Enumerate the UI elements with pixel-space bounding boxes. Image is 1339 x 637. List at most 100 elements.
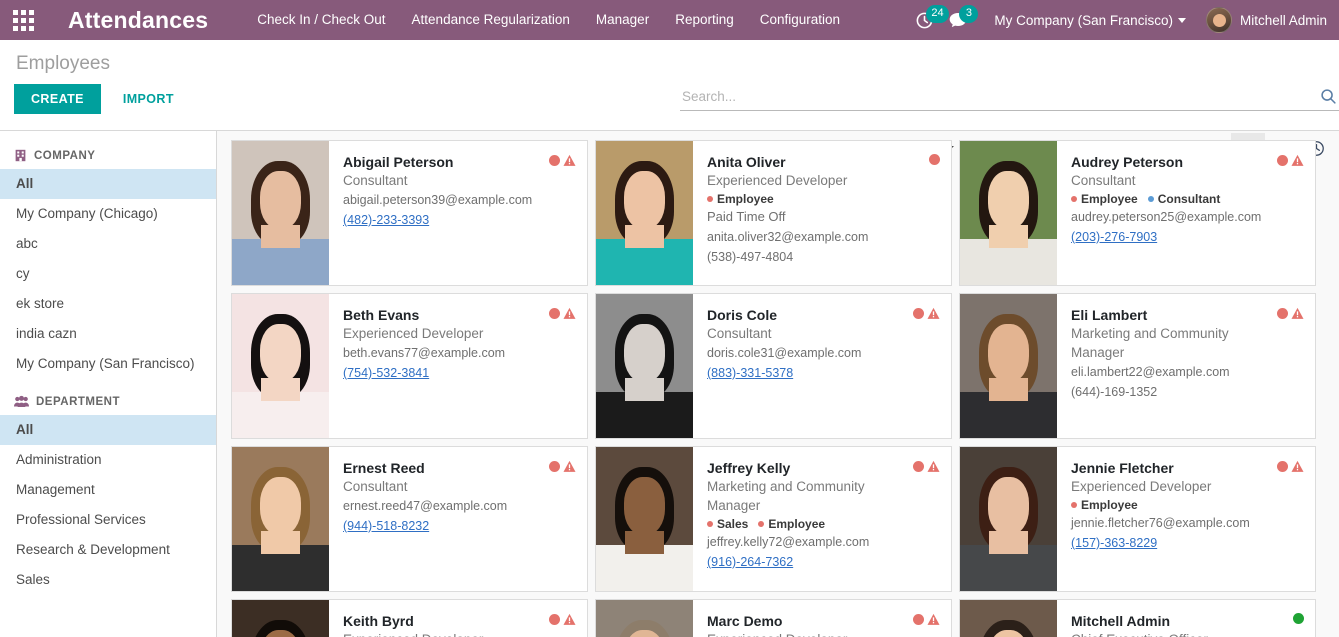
- employee-phone[interactable]: (944)-518-8232: [343, 516, 575, 536]
- warning-triangle-icon[interactable]: [563, 154, 576, 167]
- employee-email[interactable]: doris.cole31@example.com: [707, 343, 939, 363]
- attendance-status-dot-icon[interactable]: [1277, 461, 1288, 472]
- warning-triangle-icon[interactable]: [927, 613, 940, 626]
- create-button[interactable]: CREATE: [14, 84, 101, 114]
- sidebar-company-all[interactable]: All: [0, 169, 216, 199]
- employee-phone[interactable]: (203)-276-7903: [1071, 227, 1303, 247]
- menu-item-attendance-regularization[interactable]: Attendance Regularization: [399, 0, 583, 40]
- menu-item-check-in-out[interactable]: Check In / Check Out: [244, 0, 398, 40]
- employee-card[interactable]: Eli Lambert Marketing and Community Manag…: [959, 293, 1316, 439]
- attendance-status-dot-icon[interactable]: [549, 155, 560, 166]
- user-menu-button[interactable]: Mitchell Admin: [1205, 7, 1327, 33]
- sidebar-department-all[interactable]: All: [0, 415, 216, 445]
- sidebar-department-professional-services[interactable]: Professional Services: [0, 505, 216, 535]
- company-switcher[interactable]: My Company (San Francisco): [994, 13, 1186, 28]
- attendance-status-dot-icon[interactable]: [913, 614, 924, 625]
- employee-phone[interactable]: (883)-331-5378: [707, 363, 939, 383]
- sidebar-department-administration[interactable]: Administration: [0, 445, 216, 475]
- employee-phone[interactable]: (157)-363-8229: [1071, 533, 1303, 553]
- employee-email[interactable]: ernest.reed47@example.com: [343, 496, 575, 516]
- search-icon[interactable]: [1320, 88, 1339, 105]
- employee-card[interactable]: Anita Oliver Experienced Developer Employe…: [595, 140, 952, 286]
- attendance-status-dot-icon[interactable]: [549, 308, 560, 319]
- attendance-status-dot-icon[interactable]: [929, 154, 940, 165]
- employee-email[interactable]: jeffrey.kelly72@example.com: [707, 532, 939, 552]
- chevron-down-icon: [1177, 18, 1186, 24]
- employee-email[interactable]: beth.evans77@example.com: [343, 343, 575, 363]
- employee-phone[interactable]: (916)-264-7362: [707, 552, 939, 572]
- employee-tag[interactable]: Sales: [707, 517, 748, 531]
- employee-name: Marc Demo: [707, 613, 783, 629]
- employee-tag[interactable]: Employee: [707, 192, 774, 206]
- employee-photo: [596, 447, 693, 591]
- employee-phone: (644)-169-1352: [1071, 385, 1158, 399]
- warning-triangle-icon[interactable]: [1291, 460, 1304, 473]
- employee-tag[interactable]: Employee: [758, 517, 825, 531]
- messages-menu-button[interactable]: 3: [948, 0, 979, 40]
- employee-card[interactable]: Keith ByrdExperienced DeveloperEmployeek…: [231, 599, 588, 637]
- warning-triangle-icon[interactable]: [563, 613, 576, 626]
- attendance-status-dot-icon[interactable]: [549, 461, 560, 472]
- employee-card[interactable]: Mitchell AdminChief Executive OfficerTra…: [959, 599, 1316, 637]
- employee-card-body: Jennie Fletcher Experienced Developer Empl…: [1057, 447, 1315, 591]
- employee-status-indicators: [1277, 154, 1304, 167]
- sidebar-company-ek-store[interactable]: ek store: [0, 289, 216, 319]
- warning-triangle-icon[interactable]: [563, 307, 576, 320]
- sidebar-company-my-company-chicago[interactable]: My Company (Chicago): [0, 199, 216, 229]
- employee-tag[interactable]: Employee: [1071, 498, 1138, 512]
- attendance-status-dot-icon[interactable]: [1277, 308, 1288, 319]
- activity-menu-button[interactable]: 24: [915, 0, 949, 40]
- sidebar-department-management[interactable]: Management: [0, 475, 216, 505]
- attendance-status-dot-icon[interactable]: [1277, 155, 1288, 166]
- attendance-status-dot-icon[interactable]: [913, 461, 924, 472]
- employee-email[interactable]: audrey.peterson25@example.com: [1071, 207, 1303, 227]
- employee-card[interactable]: Jeffrey Kelly Marketing and Community Man…: [595, 446, 952, 592]
- sidebar-company-my-company-san-francisco[interactable]: My Company (San Francisco): [0, 349, 216, 379]
- employee-card[interactable]: Beth Evans Experienced Developer beth.evan…: [231, 293, 588, 439]
- employee-email[interactable]: anita.oliver32@example.com: [707, 227, 939, 247]
- employee-card[interactable]: Doris Cole Consultant doris.cole31@example…: [595, 293, 952, 439]
- warning-triangle-icon[interactable]: [927, 460, 940, 473]
- breadcrumb[interactable]: Employees: [0, 51, 110, 77]
- employee-phone[interactable]: (482)-233-3393: [343, 210, 575, 230]
- employee-email[interactable]: eli.lambert22@example.com: [1071, 362, 1303, 382]
- tag-dot-icon: [1071, 196, 1077, 202]
- sidebar-department-sales[interactable]: Sales: [0, 565, 216, 595]
- control-panel: Employees CREATE IMPORT Filters: [0, 40, 1339, 163]
- user-avatar: [1205, 7, 1232, 33]
- apps-menu-button[interactable]: [0, 0, 46, 40]
- employee-email[interactable]: jennie.fletcher76@example.com: [1071, 513, 1303, 533]
- attendance-status-dot-icon[interactable]: [549, 614, 560, 625]
- warning-triangle-icon[interactable]: [927, 307, 940, 320]
- warning-triangle-icon[interactable]: [1291, 307, 1304, 320]
- employee-card[interactable]: Marc DemoExperienced DeveloperEmployeema…: [595, 599, 952, 637]
- sidebar-department-research-development[interactable]: Research & Development: [0, 535, 216, 565]
- import-button[interactable]: IMPORT: [109, 84, 188, 114]
- employee-phone[interactable]: (754)-532-3841: [343, 363, 575, 383]
- employee-status-indicators: [929, 154, 940, 165]
- warning-triangle-icon[interactable]: [1291, 154, 1304, 167]
- employee-photo: [232, 141, 329, 285]
- employee-card[interactable]: Ernest Reed Consultant ernest.reed47@examp…: [231, 446, 588, 592]
- employee-card-body: Anita Oliver Experienced Developer Employe…: [693, 141, 951, 285]
- employee-job-title: Marketing and Community Manager: [707, 479, 865, 513]
- attendance-status-dot-icon[interactable]: [1293, 613, 1304, 624]
- menu-item-reporting[interactable]: Reporting: [662, 0, 747, 40]
- employee-card[interactable]: Audrey Peterson Consultant Employee Consult…: [959, 140, 1316, 286]
- sidebar-company-abc[interactable]: abc: [0, 229, 216, 259]
- attendance-status-dot-icon[interactable]: [913, 308, 924, 319]
- sidebar-company-cy[interactable]: cy: [0, 259, 216, 289]
- employee-email[interactable]: abigail.peterson39@example.com: [343, 190, 575, 210]
- employee-card[interactable]: Jennie Fletcher Experienced Developer Empl…: [959, 446, 1316, 592]
- navbar-right-section: 24 3 My Company (San Francisco) Mitchell…: [901, 0, 1339, 40]
- sidebar-company-india-cazn[interactable]: india cazn: [0, 319, 216, 349]
- employee-photo: [960, 447, 1057, 591]
- menu-item-configuration[interactable]: Configuration: [747, 0, 853, 40]
- menu-item-manager[interactable]: Manager: [583, 0, 662, 40]
- employee-card[interactable]: Abigail Peterson Consultant abigail.peters…: [231, 140, 588, 286]
- warning-triangle-icon[interactable]: [563, 460, 576, 473]
- employee-tag[interactable]: Employee: [1071, 192, 1138, 206]
- employee-tag[interactable]: Consultant: [1147, 192, 1220, 206]
- search-input[interactable]: [680, 89, 1320, 104]
- employee-job-title: Experienced Developer: [343, 630, 575, 637]
